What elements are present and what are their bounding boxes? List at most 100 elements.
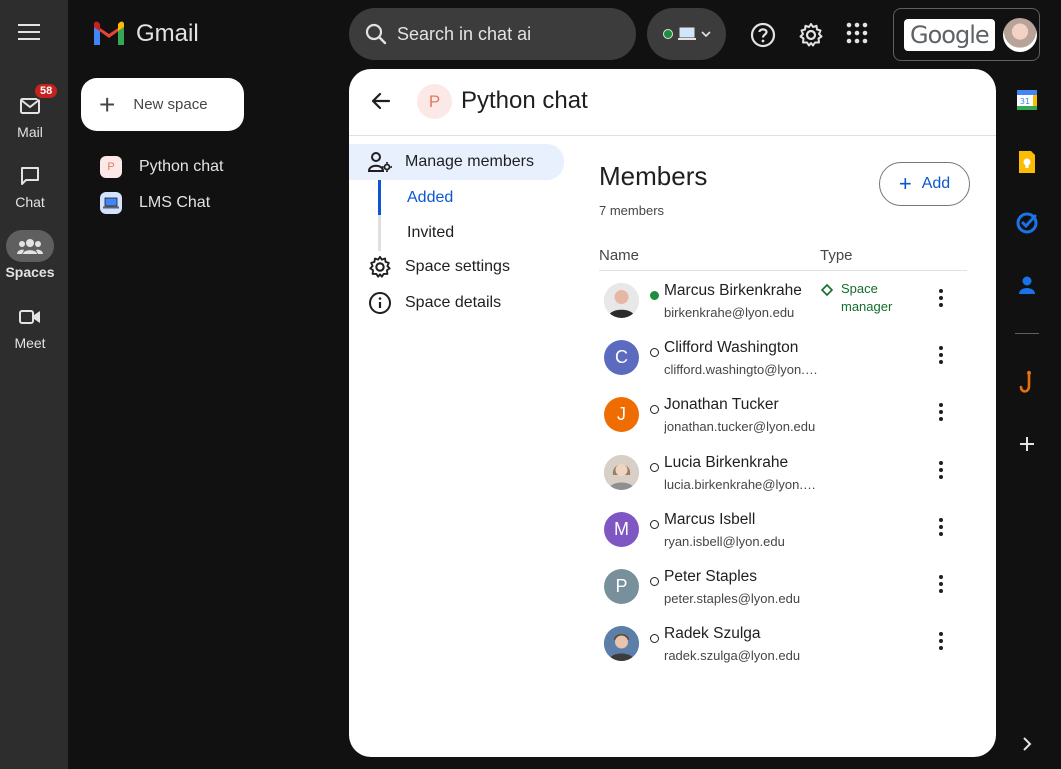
subnav-added[interactable]: Added [378, 180, 453, 216]
plus-icon: + [898, 171, 912, 196]
space-manager-icon [821, 284, 833, 296]
apps-grid-icon[interactable] [846, 22, 872, 48]
gmail-m-icon [94, 21, 124, 45]
space-item-python-chat[interactable]: P Python chat [100, 156, 224, 178]
new-space-label: New space [133, 96, 208, 113]
manage-members-card: P Python chat Manage members Added Invit… [349, 69, 996, 757]
spaces-icon [6, 230, 54, 262]
laptop-icon [100, 192, 122, 214]
offline-status-dot [650, 577, 659, 586]
tasks-icon[interactable] [1015, 211, 1039, 235]
member-row[interactable]: Lucia Birkenkrahe lucia.birkenkrahe@lyon… [599, 450, 967, 507]
member-name: Marcus Isbell [664, 511, 756, 528]
unread-badge: 58 [33, 82, 60, 100]
account-switcher[interactable]: Google [893, 8, 1040, 61]
page-title: Python chat [461, 87, 588, 114]
main-menu-icon[interactable] [18, 24, 42, 44]
offline-status-dot [650, 463, 659, 472]
nav-space-settings[interactable]: Space settings [368, 255, 510, 279]
contacts-icon[interactable] [1015, 273, 1039, 297]
subnav-invited[interactable]: Invited [378, 215, 454, 251]
member-name: Lucia Birkenkrahe [664, 454, 789, 471]
rail-item-meet[interactable]: Meet [0, 301, 60, 351]
info-icon [368, 291, 392, 315]
offline-status-dot [650, 348, 659, 357]
space-avatar: P [417, 84, 452, 119]
member-name: Clifford Washington [664, 339, 799, 356]
more-options-icon[interactable] [933, 343, 949, 367]
member-email: birkenkrahe@lyon.edu [664, 305, 795, 320]
account-avatar [1002, 17, 1037, 52]
back-arrow-icon[interactable] [369, 89, 393, 113]
more-options-icon[interactable] [933, 286, 949, 310]
offline-status-dot [650, 405, 659, 414]
avatar [604, 283, 639, 318]
nav-manage-members[interactable]: Manage members [349, 144, 564, 180]
plus-icon: + [99, 88, 116, 120]
nav-label: Manage members [405, 153, 534, 170]
search-bar[interactable]: Search in chat ai [349, 8, 636, 60]
rail-label-meet: Meet [14, 335, 46, 351]
keep-icon[interactable] [1015, 150, 1039, 174]
space-avatar: P [100, 156, 122, 178]
calendar-icon[interactable]: 31 [1015, 88, 1039, 112]
member-name: Jonathan Tucker [664, 396, 779, 413]
rail-item-spaces[interactable]: Spaces [0, 230, 60, 280]
navigation-rail: 58 Mail Chat Spaces Meet [0, 0, 68, 769]
more-options-icon[interactable] [933, 572, 949, 596]
member-row[interactable]: C Clifford Washington clifford.washingto… [599, 335, 967, 392]
chat-icon [6, 160, 54, 192]
member-email: radek.szulga@lyon.edu [664, 648, 801, 663]
avatar: M [604, 512, 639, 547]
rail-label-spaces: Spaces [5, 264, 55, 280]
member-type-line1: Space [841, 281, 878, 296]
laptop-icon [677, 27, 696, 40]
search-input[interactable]: Search in chat ai [397, 24, 537, 45]
member-name: Peter Staples [664, 568, 758, 585]
nav-space-details[interactable]: Space details [368, 291, 501, 315]
side-panel-divider [1015, 333, 1039, 334]
offline-status-dot [650, 634, 659, 643]
get-addons-plus-icon[interactable] [1015, 432, 1039, 456]
rail-item-mail[interactable]: 58 Mail [0, 82, 60, 140]
gmail-logo[interactable]: Gmail [92, 20, 199, 48]
online-status-dot [650, 291, 659, 300]
member-email: jonathan.tucker@lyon.edu [664, 419, 816, 434]
mail-icon: 58 [6, 82, 60, 122]
more-options-icon[interactable] [933, 629, 949, 653]
status-selector[interactable] [647, 8, 726, 60]
divider [599, 270, 967, 271]
members-count: 7 members [599, 203, 665, 218]
member-row[interactable]: Marcus Birkenkrahe birkenkrahe@lyon.edu … [599, 278, 967, 335]
settings-gear-icon[interactable] [798, 22, 824, 48]
member-row[interactable]: J Jonathan Tucker jonathan.tucker@lyon.e… [599, 392, 967, 449]
member-type: Space manager [821, 280, 892, 316]
svg-text:31: 31 [1020, 97, 1030, 106]
nav-label: Space settings [405, 258, 510, 275]
more-options-icon[interactable] [933, 458, 949, 482]
member-name: Radek Szulga [664, 625, 761, 642]
new-space-button[interactable]: + New space [81, 78, 244, 131]
column-header-type: Type [820, 247, 853, 264]
rail-label-chat: Chat [15, 194, 45, 210]
column-header-name: Name [599, 247, 640, 264]
space-item-lms-chat[interactable]: LMS Chat [100, 192, 210, 214]
more-options-icon[interactable] [933, 400, 949, 424]
member-row[interactable]: M Marcus Isbell ryan.isbell@lyon.edu [599, 507, 967, 564]
add-member-button[interactable]: + Add [879, 162, 970, 206]
search-icon [365, 23, 387, 45]
member-type-line2: manager [841, 299, 893, 314]
nav-label: Space details [405, 294, 502, 311]
member-email: peter.staples@lyon.edu [664, 591, 801, 606]
rail-item-chat[interactable]: Chat [0, 160, 60, 210]
help-icon[interactable] [750, 22, 776, 48]
member-row[interactable]: P Peter Staples peter.staples@lyon.edu [599, 564, 967, 621]
chevron-right-icon[interactable] [1015, 732, 1039, 756]
member-email: lucia.birkenkrahe@lyon.edu [664, 477, 822, 492]
google-account-logo: Google [904, 18, 995, 51]
more-options-icon[interactable] [933, 515, 949, 539]
avatar [604, 626, 639, 661]
member-row[interactable]: Radek Szulga radek.szulga@lyon.edu [599, 621, 967, 678]
addon-hook-icon[interactable] [1015, 370, 1039, 395]
avatar: C [604, 340, 639, 375]
